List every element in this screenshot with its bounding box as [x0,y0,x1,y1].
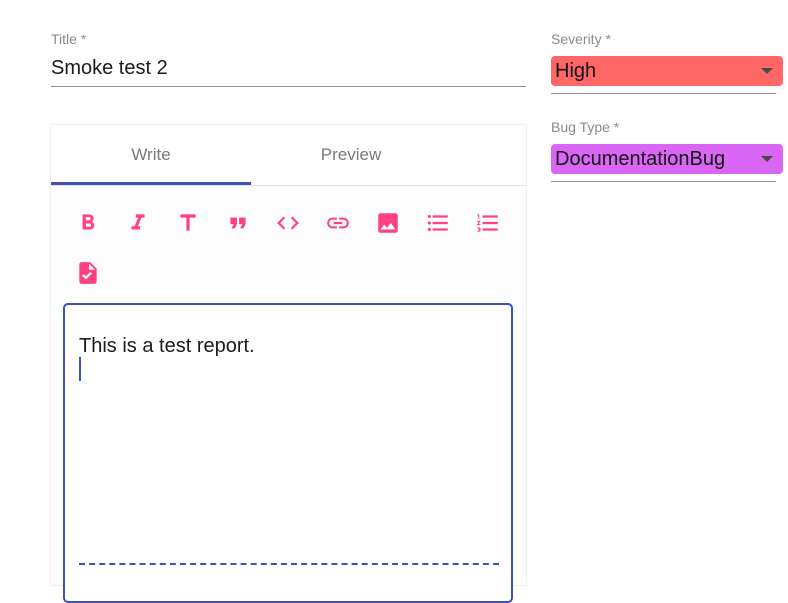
chevron-down-icon [761,156,773,162]
bold-icon[interactable] [74,209,102,237]
drop-zone-divider [79,563,499,565]
title-input[interactable]: Smoke test 2 [51,54,526,87]
title-label: Title * [51,31,87,47]
body-text: This is a test report. [79,335,255,357]
code-icon[interactable] [274,209,302,237]
bug-type-underline [551,181,776,182]
link-icon[interactable] [324,209,352,237]
severity-select[interactable]: High [551,56,783,86]
numbered-list-icon[interactable] [474,209,502,237]
severity-underline [551,93,776,94]
heading-icon[interactable] [174,209,202,237]
editor-tabs: Write Preview [51,125,526,186]
tab-write[interactable]: Write [51,125,251,185]
active-tab-indicator [51,182,251,185]
markdown-editor: Write Preview This is a test report. [51,125,526,603]
text-caret [79,357,81,381]
title-value: Smoke test 2 [51,57,168,79]
bulleted-list-icon[interactable] [424,209,452,237]
bug-type-label: Bug Type * [551,119,620,135]
italic-icon[interactable] [124,209,152,237]
quote-icon[interactable] [224,209,252,237]
image-icon[interactable] [374,209,402,237]
severity-value: High [555,59,597,82]
chevron-down-icon [761,68,773,74]
checked-file-icon[interactable] [74,259,102,287]
tab-preview[interactable]: Preview [251,125,451,185]
severity-label: Severity * [551,31,611,47]
bug-type-select[interactable]: DocumentationBug [551,144,783,174]
markdown-textarea[interactable]: This is a test report. [63,303,513,603]
bug-type-value: DocumentationBug [555,147,726,170]
